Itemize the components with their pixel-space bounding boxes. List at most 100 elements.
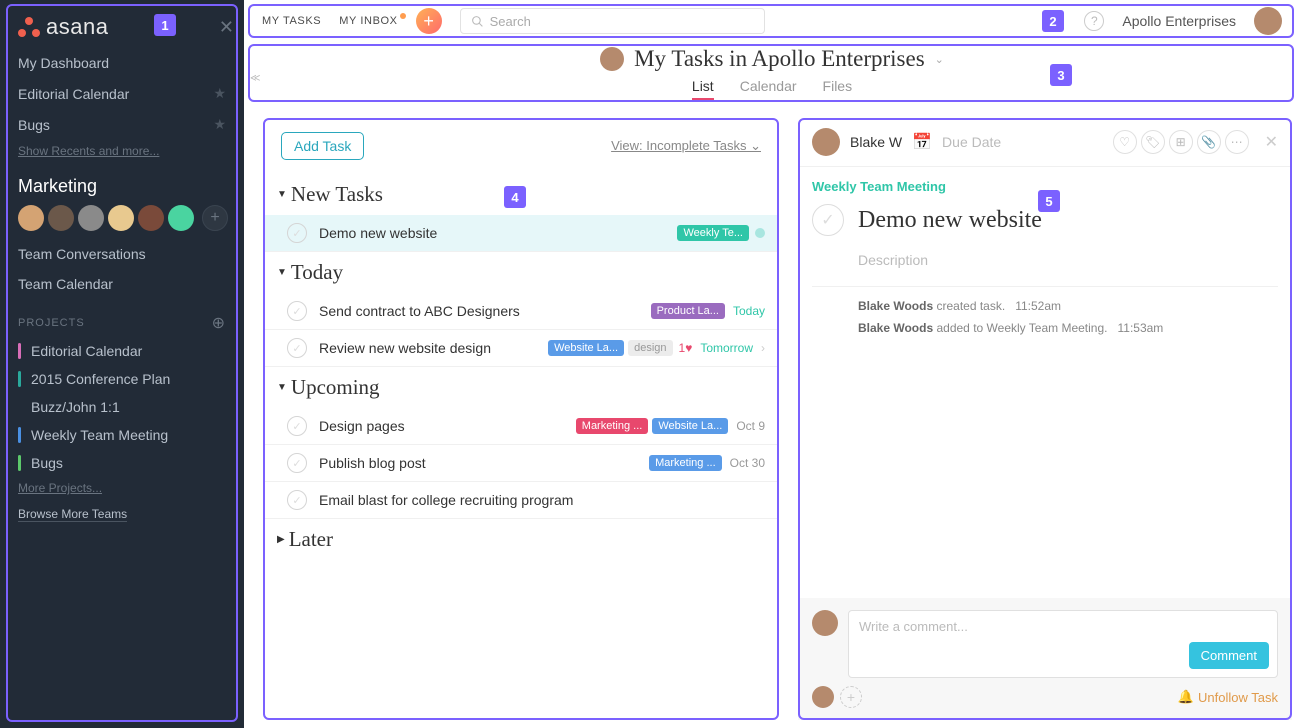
project-tag[interactable]: Marketing ...: [576, 418, 649, 434]
comment-button[interactable]: Comment: [1189, 642, 1269, 669]
task-name: Email blast for college recruiting progr…: [319, 492, 765, 508]
caret-down-icon: ▼: [277, 267, 287, 278]
task-row[interactable]: Send contract to ABC Designers Product L…: [263, 293, 779, 330]
tab-list[interactable]: List: [692, 78, 714, 101]
avatar[interactable]: [48, 205, 74, 231]
chevron-right-icon: ›: [761, 341, 765, 355]
nav-recent-bugs[interactable]: Bugs★: [0, 109, 244, 140]
projects-section-label: PROJECTS⊕: [0, 299, 244, 337]
avatar[interactable]: [138, 205, 164, 231]
complete-checkbox[interactable]: [287, 223, 307, 243]
complete-checkbox[interactable]: [287, 301, 307, 321]
assignee-name[interactable]: Blake W: [850, 134, 902, 150]
task-name: Design pages: [319, 418, 572, 434]
description-field[interactable]: Description: [798, 246, 1292, 278]
search-input[interactable]: Search: [460, 8, 765, 34]
activity-entry: Blake Woods added to Weekly Team Meeting…: [798, 317, 1292, 339]
close-icon[interactable]: ✕: [1265, 132, 1278, 152]
tag-icon[interactable]: 🏷: [1141, 130, 1165, 154]
complete-checkbox[interactable]: [287, 338, 307, 358]
topbar: MY TASKS MY INBOX + Search ? Apollo Ente…: [250, 4, 1294, 38]
view-filter-dropdown[interactable]: View: Incomplete Tasks ⌄: [611, 138, 761, 154]
task-row[interactable]: Demo new website Weekly Te...: [263, 215, 779, 252]
nav-team-conversations[interactable]: Team Conversations: [0, 239, 244, 269]
project-buzz-john[interactable]: Buzz/John 1:1: [0, 393, 244, 421]
project-tag[interactable]: Website La...: [652, 418, 728, 434]
add-follower-button[interactable]: +: [840, 686, 862, 708]
search-icon: [471, 15, 484, 28]
project-tag[interactable]: Weekly Te...: [677, 225, 749, 241]
add-project-icon[interactable]: ⊕: [212, 313, 226, 333]
page-header: ≪ My Tasks in Apollo Enterprises ⌄ List …: [250, 44, 1294, 102]
complete-checkbox[interactable]: [287, 416, 307, 436]
project-tag[interactable]: design: [628, 340, 672, 356]
project-weekly-team-meeting[interactable]: Weekly Team Meeting: [0, 421, 244, 449]
chevron-down-icon[interactable]: ⌄: [935, 53, 944, 66]
bell-icon: 🔔: [1178, 689, 1194, 705]
org-name[interactable]: Apollo Enterprises: [1122, 13, 1236, 29]
show-recents-link[interactable]: Show Recents and more...: [0, 140, 244, 162]
tab-calendar[interactable]: Calendar: [740, 78, 797, 101]
complete-checkbox[interactable]: [812, 204, 844, 236]
section-upcoming[interactable]: ▼Upcoming: [263, 367, 779, 408]
task-row[interactable]: Design pages Marketing ... Website La...…: [263, 408, 779, 445]
avatar[interactable]: [78, 205, 104, 231]
avatar[interactable]: [108, 205, 134, 231]
tab-my-inbox[interactable]: MY INBOX: [339, 15, 397, 27]
add-task-button[interactable]: Add Task: [281, 132, 364, 160]
expand-sidebar-icon[interactable]: ≪: [250, 73, 260, 84]
team-heading: Marketing: [0, 162, 244, 205]
tab-files[interactable]: Files: [823, 78, 853, 101]
project-tag[interactable]: Product La...: [651, 303, 725, 319]
add-member-button[interactable]: +: [202, 205, 228, 231]
task-row[interactable]: Review new website design Website La... …: [263, 330, 779, 367]
project-editorial-calendar[interactable]: Editorial Calendar: [0, 337, 244, 365]
due-date-field[interactable]: Due Date: [942, 134, 1001, 150]
detail-project-chip[interactable]: Weekly Team Meeting: [798, 167, 1292, 194]
task-name: Send contract to ABC Designers: [319, 303, 647, 319]
help-button[interactable]: ?: [1084, 11, 1104, 31]
project-2015-conference-plan[interactable]: 2015 Conference Plan: [0, 365, 244, 393]
complete-checkbox[interactable]: [287, 453, 307, 473]
activity-entry: Blake Woods created task.11:52am: [798, 295, 1292, 317]
calendar-icon[interactable]: 📅: [912, 132, 932, 152]
hearts-count[interactable]: 1♥: [679, 341, 693, 355]
more-projects-link[interactable]: More Projects...: [0, 477, 244, 499]
complete-checkbox[interactable]: [287, 490, 307, 510]
avatar[interactable]: [18, 205, 44, 231]
task-row[interactable]: Email blast for college recruiting progr…: [263, 482, 779, 519]
project-tag[interactable]: Marketing ...: [649, 455, 722, 471]
assignee-avatar[interactable]: [812, 128, 840, 156]
section-later[interactable]: ▶Later: [263, 519, 779, 560]
tab-my-tasks[interactable]: MY TASKS: [262, 15, 321, 27]
section-new-tasks[interactable]: ▼New Tasks: [263, 174, 779, 215]
attachment-icon[interactable]: 📎: [1197, 130, 1221, 154]
project-tag[interactable]: Website La...: [548, 340, 624, 356]
nav-recent-editorial-calendar[interactable]: Editorial Calendar★: [0, 78, 244, 109]
task-title[interactable]: Demo new website: [858, 207, 1042, 234]
unfollow-link[interactable]: 🔔Unfollow Task: [1178, 689, 1278, 705]
user-avatar[interactable]: [1254, 7, 1282, 35]
more-icon[interactable]: ⋯: [1225, 130, 1249, 154]
comment-area: Write a comment... Comment + 🔔Unfollow T…: [798, 598, 1292, 720]
quick-add-button[interactable]: +: [416, 8, 442, 34]
follower-avatar[interactable]: [812, 686, 834, 708]
star-icon[interactable]: ★: [213, 116, 226, 133]
due-date: Today: [733, 304, 765, 318]
section-today[interactable]: ▼Today: [263, 252, 779, 293]
nav-team-calendar[interactable]: Team Calendar: [0, 269, 244, 299]
project-bugs[interactable]: Bugs: [0, 449, 244, 477]
task-row[interactable]: Publish blog post Marketing ... Oct 30: [263, 445, 779, 482]
star-icon[interactable]: ★: [213, 85, 226, 102]
collapse-sidebar-icon[interactable]: ✕: [219, 17, 234, 38]
commenter-avatar: [812, 610, 838, 636]
avatar[interactable]: [168, 205, 194, 231]
browse-more-teams-link[interactable]: Browse More Teams: [18, 507, 127, 522]
nav-my-dashboard[interactable]: My Dashboard: [0, 48, 244, 78]
task-name: Publish blog post: [319, 455, 645, 471]
comment-input[interactable]: Write a comment... Comment: [848, 610, 1278, 678]
caret-down-icon: ▼: [277, 189, 287, 200]
heart-icon[interactable]: ♡: [1113, 130, 1137, 154]
subtask-icon[interactable]: ⊞: [1169, 130, 1193, 154]
task-detail-pane: Blake W 📅 Due Date ♡ 🏷 ⊞ 📎 ⋯ ✕ Weekly Te…: [798, 118, 1292, 720]
